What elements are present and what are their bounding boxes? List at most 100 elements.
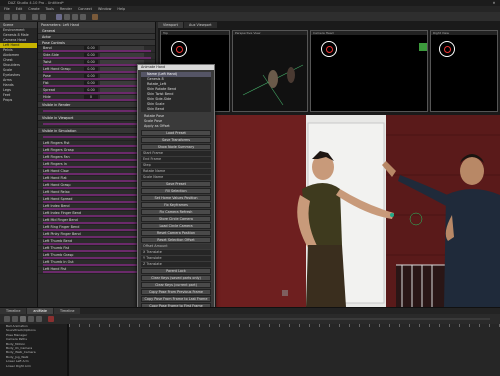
dialog-button[interactable]: Load Circle Camera: [141, 223, 211, 229]
tab-aux-viewport[interactable]: Aux Viewport: [184, 22, 217, 28]
timeline-tick: [269, 324, 270, 327]
timeline-scrubber[interactable]: [70, 318, 490, 320]
open-icon[interactable]: [12, 14, 18, 20]
param-slider[interactable]: [43, 215, 151, 217]
camera-gizmo-icon[interactable]: [171, 41, 187, 57]
prev-frame-icon[interactable]: [12, 316, 18, 322]
timeline-tick: [419, 324, 420, 327]
record-icon[interactable]: [48, 316, 54, 322]
param-slider[interactable]: [43, 236, 151, 238]
move-icon[interactable]: [64, 14, 70, 20]
dialog-button[interactable]: Fix Keyframes: [141, 202, 211, 208]
rotate-icon[interactable]: [72, 14, 78, 20]
next-frame-icon[interactable]: [28, 316, 34, 322]
timeline-tick: [359, 324, 360, 327]
param-slider[interactable]: [43, 152, 151, 154]
dialog-option[interactable]: Y Translate: [141, 256, 211, 261]
param-slider[interactable]: [43, 194, 151, 196]
timeline-tick: [109, 324, 110, 327]
viewport-camera-head[interactable]: Camera Head: [310, 30, 428, 112]
main-3d-viewport[interactable]: [216, 115, 500, 307]
param-slider[interactable]: [43, 159, 151, 161]
timeline-panel: Timeline aniMate Timeline Ball Animation…: [0, 307, 500, 376]
timeline-layer[interactable]: Lower Right Arm: [0, 364, 67, 368]
go-end-icon[interactable]: [36, 316, 42, 322]
dialog-button[interactable]: Load Preset: [141, 130, 211, 136]
dialog-field[interactable]: Scale Name: [141, 175, 211, 180]
go-start-icon[interactable]: [4, 316, 10, 322]
dialog-field[interactable]: Step: [141, 163, 211, 168]
timeline-track[interactable]: [68, 324, 500, 376]
save-icon[interactable]: [20, 14, 26, 20]
scene-item[interactable]: Props: [0, 98, 37, 103]
param-slider[interactable]: [43, 145, 151, 147]
dialog-button[interactable]: Save Transforms: [141, 137, 211, 143]
dialog-button[interactable]: Set Home Values Position: [141, 195, 211, 201]
dialog-button[interactable]: Copy Pose From Previous Frame: [141, 289, 211, 295]
tab-viewport[interactable]: Viewport: [158, 22, 183, 28]
param-slider[interactable]: [43, 110, 151, 112]
dialog-field[interactable]: Rotate Name: [141, 169, 211, 174]
param-slider[interactable]: [43, 50, 151, 52]
param-slider[interactable]: [43, 64, 151, 66]
dialog-button[interactable]: Reset Camera Position: [141, 230, 211, 236]
dialog-button[interactable]: Clear Keys (saved parts only): [141, 275, 211, 281]
param-slider[interactable]: [43, 187, 151, 189]
param-slider[interactable]: [43, 201, 151, 203]
dialog-checkbox[interactable]: Apply as Offset: [138, 124, 214, 129]
param-slider[interactable]: [43, 173, 151, 175]
param-slider[interactable]: [43, 71, 151, 73]
param-slider[interactable]: [43, 166, 151, 168]
timeline-tick: [479, 324, 480, 327]
play-icon[interactable]: [20, 316, 26, 322]
param-slider[interactable]: [43, 257, 151, 259]
param-slider[interactable]: [43, 136, 151, 138]
param-slider[interactable]: [43, 92, 151, 94]
param-slider[interactable]: [43, 123, 151, 125]
dialog-button[interactable]: Save Preset: [141, 181, 211, 187]
param-slider[interactable]: [43, 229, 151, 231]
param-slider[interactable]: [43, 57, 151, 59]
select-icon[interactable]: [56, 14, 62, 20]
dialog-button[interactable]: Reset Selection Offset: [141, 237, 211, 243]
param-slider[interactable]: [43, 222, 151, 224]
param-slider[interactable]: [43, 208, 151, 210]
dialog-option[interactable]: Z Translate: [141, 262, 211, 267]
dialog-button[interactable]: Show Node Summary: [141, 144, 211, 150]
dialog-field[interactable]: End Frame: [141, 157, 211, 162]
param-slider[interactable]: [43, 180, 151, 182]
param-slider[interactable]: [43, 85, 151, 87]
dialog-button[interactable]: Clear Keys (current part): [141, 282, 211, 288]
timeline-tick: [489, 324, 490, 327]
timeline-tick: [329, 324, 330, 327]
render-icon[interactable]: [92, 14, 98, 20]
redo-icon[interactable]: [40, 14, 46, 20]
param-slider[interactable]: [43, 243, 151, 245]
dialog-field[interactable]: Start Frame: [141, 151, 211, 156]
timeline-tick: [209, 324, 210, 327]
camera-gizmo-icon[interactable]: [439, 41, 455, 57]
param-slider[interactable]: [43, 78, 151, 80]
timeline-tick: [399, 324, 400, 327]
param-slider[interactable]: [43, 99, 151, 101]
dialog-list-item[interactable]: Skin Bend: [141, 107, 211, 112]
dialog-button[interactable]: Parent Lock: [141, 268, 211, 274]
dialog-button[interactable]: Copy Pose From Frame to Last Frame: [141, 296, 211, 302]
dialog-button[interactable]: Store Circle Camera: [141, 216, 211, 222]
param-slider[interactable]: [43, 250, 151, 252]
viewport-right[interactable]: Right View: [430, 30, 498, 112]
dialog-option[interactable]: X Translate: [141, 250, 211, 255]
timeline-tick: [369, 324, 370, 327]
scale-icon[interactable]: [80, 14, 86, 20]
animation-layer-list: Ball Animation Soundtrack/Options Pose Man…: [0, 324, 68, 376]
dialog-button[interactable]: Fill Selection: [141, 188, 211, 194]
param-slider[interactable]: [43, 264, 151, 266]
camera-gizmo-icon[interactable]: [321, 41, 337, 57]
dialog-button[interactable]: Fix Camera Refresh: [141, 209, 211, 215]
undo-icon[interactable]: [32, 14, 38, 20]
timeline-tick: [159, 324, 160, 327]
new-icon[interactable]: [4, 14, 10, 20]
param-slider[interactable]: [43, 271, 151, 273]
camera-target-icon[interactable]: [419, 43, 427, 51]
viewport-perspective[interactable]: Perspective View: [232, 30, 308, 112]
